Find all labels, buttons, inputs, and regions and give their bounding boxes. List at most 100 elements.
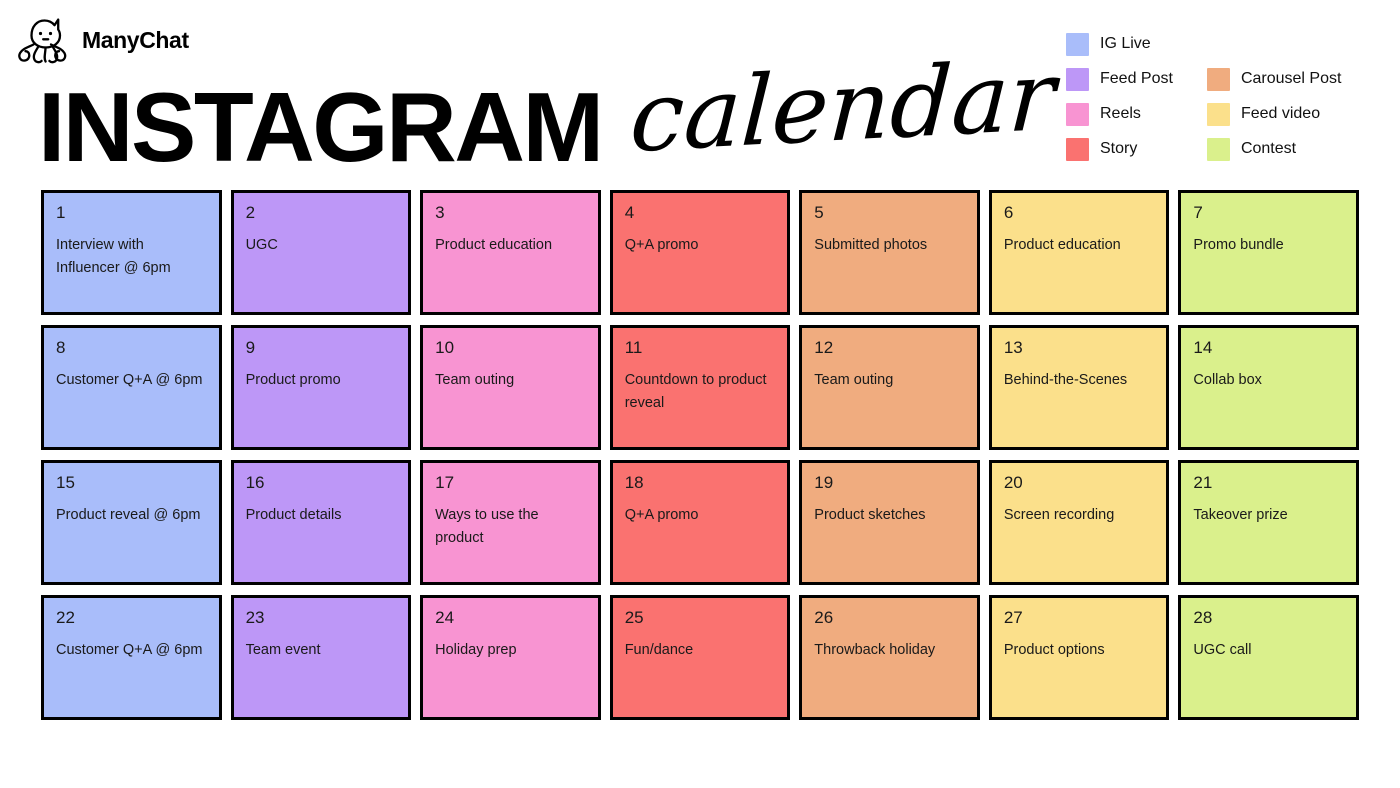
calendar-cell[interactable]: 13 Behind-the-Scenes <box>988 325 1170 450</box>
calendar-cell-day-number: 3 <box>435 203 445 222</box>
calendar-cell-day-number: 13 <box>1003 338 1023 357</box>
legend-swatch-ig-live <box>1066 32 1089 56</box>
calendar-cell[interactable]: 21 Takeover prize <box>1178 460 1359 585</box>
calendar-cell-day-number: 22 <box>56 608 75 627</box>
brand-logo: ManyChat <box>14 14 189 66</box>
calendar-cell-post-title: Ways to use the product <box>435 506 539 547</box>
calendar-cell[interactable]: 25 Fun/dance <box>609 595 791 720</box>
calendar-cell-post-title: Q+A promo <box>624 236 699 253</box>
calendar-cell-post-title: Holiday prep <box>435 641 517 658</box>
legend-label-reels: Reels <box>1100 105 1141 122</box>
calendar-cell[interactable]: 16 Product details <box>230 460 412 585</box>
calendar-cell[interactable]: 12 Team outing <box>799 325 980 450</box>
calendar-cell-post-title: Product sketches <box>814 506 926 523</box>
calendar-cell[interactable]: 24 Holiday prep <box>420 595 601 720</box>
calendar-cell-post-title: Promo bundle <box>1193 236 1284 253</box>
calendar-cell[interactable]: 4 Q+A promo <box>609 190 791 315</box>
calendar-cell[interactable]: 15 Product reveal @ 6pm <box>41 460 222 585</box>
calendar-cell[interactable]: 14 Collab box <box>1178 325 1359 450</box>
calendar-cell-post-title: Q+A promo <box>624 506 699 523</box>
calendar-cell-post-title: UGC call <box>1193 641 1252 658</box>
calendar-cell[interactable]: 2 UGC <box>230 190 412 315</box>
legend: IG Live Feed Post Carousel Post Reels Fe… <box>1066 32 1342 161</box>
legend-swatch-reels <box>1066 102 1089 126</box>
calendar-cell-day-number: 2 <box>245 203 256 222</box>
calendar-cell-day-number: 23 <box>245 608 265 627</box>
legend-swatch-carousel-post <box>1206 67 1230 91</box>
calendar-cell[interactable]: 1 Interview with Influencer @ 6pm <box>41 190 222 315</box>
calendar-cell-day-number: 4 <box>624 203 635 222</box>
calendar-cell-day-number: 26 <box>814 608 834 627</box>
calendar-cell[interactable]: 11 Countdown to product reveal <box>609 325 791 450</box>
calendar-cell[interactable]: 7 Promo bundle <box>1178 190 1359 315</box>
calendar-cell-day-number: 21 <box>1193 473 1213 492</box>
legend-item-feed-video[interactable]: Feed video <box>1206 102 1342 126</box>
calendar-cell-post-title: Product promo <box>245 371 341 388</box>
page-title-bold: INSTAGRAM <box>38 71 604 182</box>
calendar-cell-day-number: 7 <box>1193 203 1203 222</box>
calendar-cell[interactable]: 22 Customer Q+A @ 6pm <box>41 595 222 720</box>
calendar-grid: 1 Interview with Influencer @ 6pm 2 UGC 3 Pro… <box>41 190 1359 720</box>
legend-swatch-feed-post <box>1066 67 1089 91</box>
calendar-cell-post-title: Team outing <box>435 371 515 388</box>
calendar-cell-day-number: 25 <box>624 608 644 627</box>
calendar-cell-day-number: 28 <box>1193 608 1213 627</box>
calendar-cell-post-title: Product details <box>245 506 342 523</box>
legend-item-contest[interactable]: Contest <box>1206 137 1342 161</box>
legend-label-feed-video: Feed video <box>1240 105 1321 122</box>
legend-item-reels[interactable]: Reels <box>1066 102 1173 126</box>
calendar-cell-day-number: 5 <box>814 203 824 222</box>
manychat-octopus-logo-icon <box>14 14 72 66</box>
calendar-cell-post-title: Behind-the-Scenes <box>1003 371 1128 388</box>
legend-swatch-feed-video <box>1206 102 1230 126</box>
calendar-cell[interactable]: 6 Product education <box>988 190 1170 315</box>
calendar-cell[interactable]: 27 Product options <box>988 595 1170 720</box>
calendar-cell[interactable]: 26 Throwback holiday <box>799 595 980 720</box>
calendar-cell-post-title: Product education <box>1003 236 1121 253</box>
calendar-cell-day-number: 11 <box>624 338 643 357</box>
calendar-cell-day-number: 17 <box>435 473 455 492</box>
calendar-cell-day-number: 20 <box>1003 473 1023 492</box>
calendar-cell[interactable]: 20 Screen recording <box>988 460 1170 585</box>
calendar-cell[interactable]: 23 Team event <box>230 595 412 720</box>
calendar-cell[interactable]: 10 Team outing <box>420 325 601 450</box>
calendar-cell-day-number: 9 <box>245 338 256 357</box>
calendar-cell-post-title: Collab box <box>1193 371 1262 388</box>
calendar-cell-day-number: 19 <box>814 473 834 492</box>
calendar-cell-post-title: Throwback holiday <box>814 641 936 658</box>
calendar-cell[interactable]: 5 Submitted photos <box>799 190 980 315</box>
calendar-cell-post-title: Takeover prize <box>1193 506 1288 523</box>
legend-item-ig-live[interactable]: IG Live <box>1066 32 1173 56</box>
legend-label-contest: Contest <box>1240 140 1297 157</box>
calendar-cell-post-title: Interview with Influencer @ 6pm <box>56 236 171 277</box>
calendar-cell-day-number: 10 <box>435 338 455 357</box>
calendar-cell[interactable]: 28 UGC call <box>1178 595 1359 720</box>
calendar-cell[interactable]: 8 Customer Q+A @ 6pm <box>41 325 222 450</box>
calendar-cell-day-number: 15 <box>56 473 75 492</box>
legend-item-feed-post[interactable]: Feed Post <box>1066 67 1173 91</box>
calendar-cell[interactable]: 3 Product education <box>420 190 601 315</box>
page-title-script: calendar <box>627 39 1058 175</box>
legend-swatch-story <box>1066 137 1089 161</box>
calendar-cell-day-number: 24 <box>435 608 455 627</box>
legend-label-feed-post: Feed Post <box>1100 70 1173 87</box>
calendar-cell-post-title: Product reveal @ 6pm <box>56 506 201 523</box>
calendar-cell-day-number: 14 <box>1193 338 1213 357</box>
brand-name: ManyChat <box>82 26 189 53</box>
calendar-cell[interactable]: 19 Product sketches <box>799 460 980 585</box>
calendar-cell-post-title: Team outing <box>814 371 894 388</box>
legend-spacer <box>1207 44 1208 45</box>
calendar-cell-post-title: UGC <box>245 236 278 253</box>
calendar-cell[interactable]: 17 Ways to use the product <box>420 460 601 585</box>
calendar-cell-post-title: Screen recording <box>1003 506 1115 523</box>
calendar-cell-day-number: 12 <box>814 338 834 357</box>
instagram-content-calendar-page: ManyChat INSTAGRAM calendar IG Live Feed… <box>0 0 1400 788</box>
calendar-cell[interactable]: 18 Q+A promo <box>609 460 791 585</box>
legend-item-story[interactable]: Story <box>1066 137 1173 161</box>
calendar-cell-day-number: 16 <box>245 473 265 492</box>
calendar-cell[interactable]: 9 Product promo <box>230 325 412 450</box>
calendar-cell-post-title: Countdown to product reveal <box>624 371 767 412</box>
calendar-cell-post-title: Product options <box>1003 641 1105 658</box>
legend-item-carousel-post[interactable]: Carousel Post <box>1206 67 1341 91</box>
calendar-cell-post-title: Team event <box>245 641 321 658</box>
